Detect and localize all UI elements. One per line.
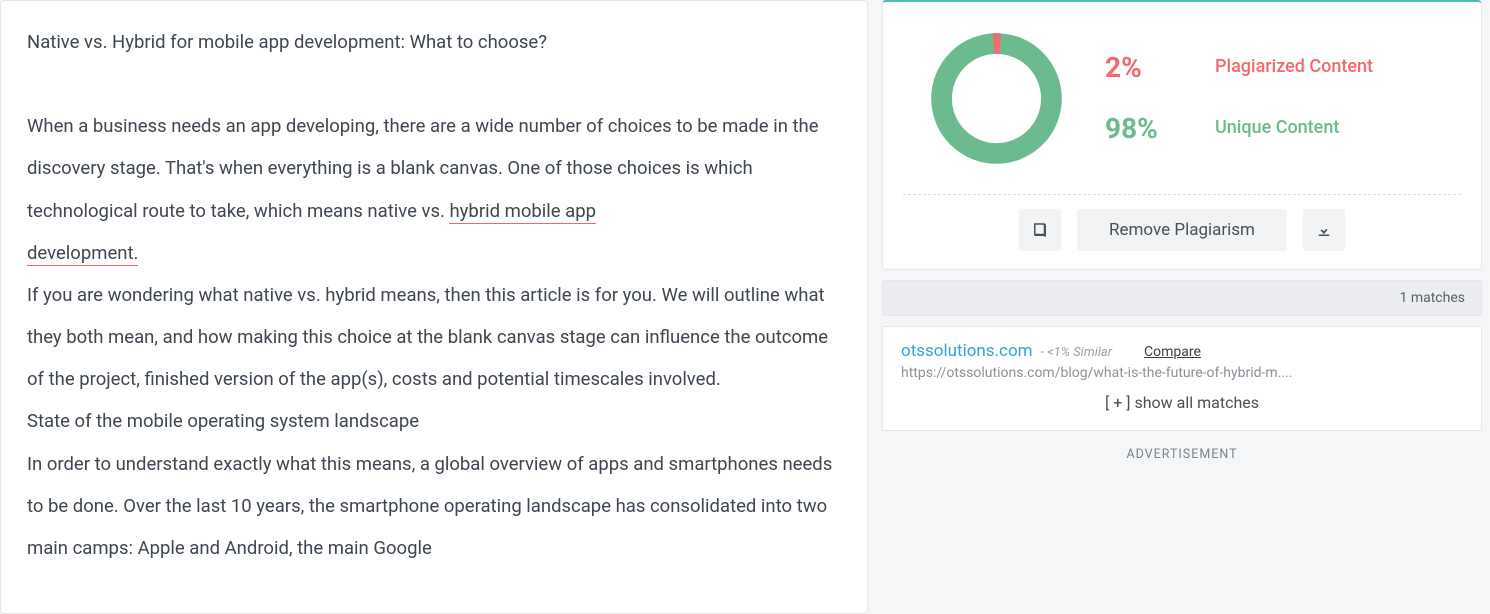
paragraph-1: When a business needs an app developing,… (27, 105, 841, 274)
match-line1: otssolutions.com - <1% Similar Compare (901, 341, 1463, 361)
plagiarized-span-2: development. (27, 242, 138, 266)
show-all-matches[interactable]: [ + ] show all matches (901, 381, 1463, 416)
view-report-button[interactable] (1019, 209, 1061, 251)
stat-plagiarized: 2% Plagiarized Content (1105, 51, 1463, 84)
donut-chart-wrap (911, 18, 1081, 178)
stats-block: 2% Plagiarized Content 98% Unique Conten… (1081, 51, 1463, 145)
summary-top: 2% Plagiarized Content 98% Unique Conten… (891, 16, 1473, 194)
advertisement-label: ADVERTISEMENT (882, 441, 1482, 468)
match-domain[interactable]: otssolutions.com (901, 341, 1033, 361)
book-icon (1031, 221, 1049, 239)
matches-count: 1 matches (1399, 290, 1465, 306)
paragraph-2: If you are wondering what native vs. hyb… (27, 274, 841, 401)
divider (903, 194, 1461, 195)
plagiarized-span-1: hybrid mobile app (449, 200, 596, 224)
remove-plagiarism-button[interactable]: Remove Plagiarism (1077, 209, 1287, 251)
donut-chart (924, 26, 1069, 171)
match-card: otssolutions.com - <1% Similar Compare h… (882, 326, 1482, 431)
unique-label: Unique Content (1215, 116, 1339, 140)
content-panel: Native vs. Hybrid for mobile app develop… (0, 0, 868, 614)
plagiarized-label: Plagiarized Content (1215, 55, 1373, 79)
summary-card: 2% Plagiarized Content 98% Unique Conten… (882, 0, 1482, 270)
paragraph-1-text: When a business needs an app developing,… (27, 115, 819, 221)
paragraph-4: In order to understand exactly what this… (27, 443, 841, 570)
plagiarized-pct: 2% (1105, 51, 1215, 84)
actions-row: Remove Plagiarism (891, 209, 1473, 251)
paragraph-3: State of the mobile operating system lan… (27, 400, 841, 442)
download-button[interactable] (1303, 209, 1345, 251)
article-title: Native vs. Hybrid for mobile app develop… (27, 21, 841, 63)
download-icon (1315, 221, 1333, 239)
match-url: https://otssolutions.com/blog/what-is-th… (901, 365, 1463, 381)
match-similarity: - <1% Similar (1041, 345, 1112, 360)
sidebar: 2% Plagiarized Content 98% Unique Conten… (882, 0, 1490, 614)
stat-unique: 98% Unique Content (1105, 112, 1463, 145)
matches-count-bar: 1 matches (882, 280, 1482, 316)
unique-pct: 98% (1105, 112, 1215, 145)
compare-link[interactable]: Compare (1144, 344, 1201, 360)
